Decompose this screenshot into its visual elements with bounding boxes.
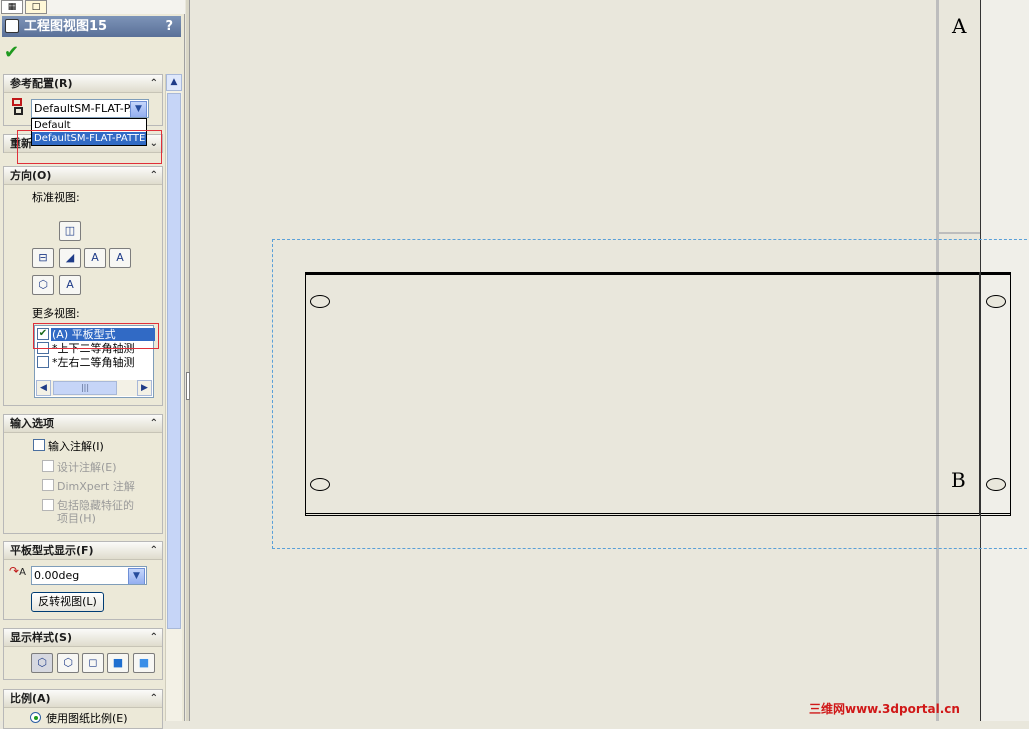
design-annotations-checkbox[interactable] — [42, 460, 54, 472]
drawing-sheet[interactable]: A B 三维网www.3dportal.cn — [191, 0, 1029, 721]
orientation-header[interactable]: 方向(O) ⌃ — [4, 167, 162, 185]
panel-title: 工程图视图15 — [24, 19, 108, 34]
standard-views-label: 标准视图: — [32, 191, 80, 204]
scale-header[interactable]: 比例(A) ⌃ — [4, 690, 162, 708]
more-views-label: 更多视图: — [32, 307, 80, 320]
slot-hole[interactable] — [986, 478, 1006, 491]
hidden-lines-visible-icon: ⬡ — [63, 656, 73, 669]
use-sheet-scale-radio[interactable] — [30, 712, 41, 723]
hidden-items-checkbox[interactable] — [42, 499, 54, 511]
shaded-button[interactable]: ■ — [133, 653, 155, 673]
hidden-lines-removed-button[interactable]: ◻ — [82, 653, 104, 673]
collapse-icon[interactable]: ⌃ — [150, 542, 158, 559]
splitter-handle[interactable] — [186, 372, 190, 400]
view-left-icon: A — [116, 251, 124, 264]
drawing-view-icon — [5, 19, 19, 33]
document-tab[interactable]: □ — [25, 0, 47, 14]
help-button[interactable]: ? — [165, 16, 173, 37]
scroll-up-icon[interactable]: ▲ — [166, 74, 182, 91]
view-right-icon: A — [91, 251, 99, 264]
bend-line — [305, 513, 1011, 514]
shaded-icon: ■ — [138, 656, 150, 669]
view-back-icon: ◫ — [64, 224, 76, 237]
horizontal-scrollbar[interactable]: ◀ ||| ▶ — [36, 380, 152, 396]
scroll-right-icon[interactable]: ▶ — [137, 380, 152, 396]
slot-hole[interactable] — [310, 478, 330, 491]
zone-label-a: A — [952, 14, 967, 38]
hidden-lines-removed-icon: ◻ — [88, 656, 98, 669]
sheet-edge-overlap — [979, 272, 981, 516]
slot-hole[interactable] — [986, 295, 1006, 308]
view-top-button[interactable]: ⊟ — [32, 248, 54, 268]
panel-title-bar: 工程图视图15 ? — [2, 16, 181, 37]
flat-pattern-display-group: 平板型式显示(F) ⌃ ↷A 0.00deg ▼ 反转视图(L) — [3, 541, 163, 620]
dropdown-arrow-icon[interactable]: ▼ — [130, 101, 147, 117]
view-isometric-button[interactable]: ⬡ — [32, 275, 54, 295]
angle-select[interactable]: 0.00deg ▼ — [31, 566, 147, 585]
flat-pattern-header[interactable]: 平板型式显示(F) ⌃ — [4, 542, 162, 560]
dimxpert-checkbox[interactable] — [42, 479, 54, 491]
angle-value: 0.00deg — [34, 569, 80, 582]
list-item[interactable]: *左右二等角轴测 — [37, 356, 151, 369]
shaded-with-edges-button[interactable]: ■ — [107, 653, 129, 673]
ref-config-header[interactable]: 参考配置(R) ⌃ — [4, 75, 162, 93]
wireframe-button[interactable]: ⬡ — [31, 653, 53, 673]
hidden-items-label-line2: 项目(H) — [57, 512, 96, 525]
dimxpert-label: DimXpert 注解 — [57, 480, 135, 493]
use-sheet-scale-label: 使用图纸比例(E) — [46, 712, 128, 725]
scroll-left-icon[interactable]: ◀ — [36, 380, 51, 396]
collapse-icon[interactable]: ⌃ — [150, 415, 158, 432]
panel-scroll-thumb[interactable] — [167, 93, 181, 629]
view-front-button[interactable]: ◢ — [59, 248, 81, 268]
collapse-icon[interactable]: ⌃ — [150, 167, 158, 184]
panel-vertical-scrollbar[interactable]: ▲ — [165, 74, 182, 721]
view-back-button[interactable]: ◫ — [59, 221, 81, 241]
orientation-group: 方向(O) ⌃ 标准视图: ◫ ⊟ ◢ A A ⬡ A 更多视图: ✔ (A) 平… — [3, 166, 163, 406]
display-style-header[interactable]: 显示样式(S) ⌃ — [4, 629, 162, 647]
flat-pattern-outline[interactable] — [305, 272, 1011, 516]
hidden-lines-visible-button[interactable]: ⬡ — [57, 653, 79, 673]
collapse-icon[interactable]: ⌃ — [150, 75, 158, 92]
dropdown-arrow-icon[interactable]: ▼ — [128, 568, 145, 584]
checkbox[interactable] — [37, 356, 49, 368]
import-annotations-checkbox[interactable] — [33, 439, 45, 451]
collapse-icon[interactable]: ⌃ — [150, 690, 158, 707]
property-manager-panel: ▦ □ 工程图视图15 ? ✔ 参考配置(R) ⌃ DefaultSM-FLAT-… — [0, 0, 185, 729]
scale-group: 比例(A) ⌃ 使用图纸比例(E) — [3, 689, 163, 729]
wireframe-icon: ⬡ — [37, 656, 47, 669]
zone-divider-line — [939, 232, 980, 234]
view-bottom-icon: A — [66, 278, 74, 291]
view-left-button[interactable]: A — [109, 248, 131, 268]
highlight-annotation-box — [33, 323, 159, 349]
highlight-annotation-box — [17, 130, 162, 164]
design-annotations-label: 设计注解(E) — [57, 461, 117, 474]
collapse-icon[interactable]: ⌃ — [150, 629, 158, 646]
scroll-thumb[interactable]: ||| — [53, 381, 117, 395]
import-annotations-label: 输入注解(I) — [48, 440, 104, 453]
view-right-button[interactable]: A — [84, 248, 106, 268]
property-tree-tab[interactable]: ▦ — [1, 0, 23, 14]
ref-config-value: DefaultSM-FLAT-PA — [34, 102, 138, 115]
view-front-icon: ◢ — [65, 251, 75, 264]
angle-icon: ↷A — [9, 564, 26, 578]
watermark-text: 三维网www.3dportal.cn — [809, 702, 960, 716]
panel-tab-bar: ▦ □ — [0, 0, 185, 14]
import-options-header[interactable]: 输入选项 ⌃ — [4, 415, 162, 433]
ref-config-select[interactable]: DefaultSM-FLAT-PA ▼ — [31, 99, 149, 118]
view-top-icon: ⊟ — [38, 251, 48, 264]
slot-hole[interactable] — [310, 295, 330, 308]
document-icon: □ — [31, 2, 41, 12]
panel-splitter[interactable] — [186, 0, 190, 721]
shaded-edges-icon: ■ — [112, 656, 124, 669]
config-icon — [11, 98, 25, 116]
ok-checkmark-icon[interactable]: ✔ — [4, 42, 19, 63]
zone-label-b: B — [951, 468, 966, 492]
isometric-icon: ⬡ — [38, 278, 48, 291]
view-bottom-button[interactable]: A — [59, 275, 81, 295]
flip-view-button[interactable]: 反转视图(L) — [31, 592, 104, 612]
display-style-group: 显示样式(S) ⌃ ⬡ ⬡ ◻ ■ ■ — [3, 628, 163, 680]
list-item-label: *左右二等角轴测 — [52, 356, 135, 369]
property-tree-icon: ▦ — [7, 2, 17, 12]
import-options-group: 输入选项 ⌃ 输入注解(I) 设计注解(E) DimXpert 注解 包括隐藏特征… — [3, 414, 163, 534]
